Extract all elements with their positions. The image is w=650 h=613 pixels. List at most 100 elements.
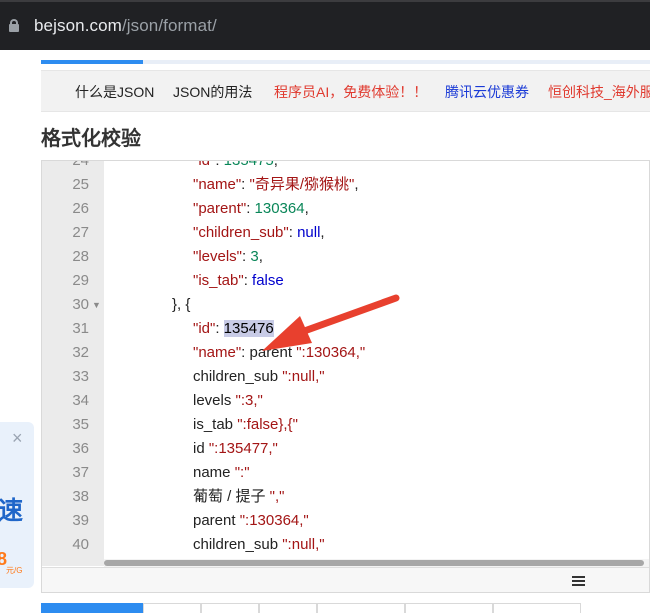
bottom-tab-4[interactable]: [259, 603, 317, 613]
code-token: name: [193, 464, 235, 481]
code-token: }, {: [172, 296, 191, 313]
browser-address-bar: bejson.com/json/format/: [0, 0, 650, 50]
code-line[interactable]: "levels": 3,: [193, 245, 649, 269]
line-number: 38: [72, 488, 89, 505]
code-token: 135476: [223, 320, 274, 337]
code-token: "name": [193, 176, 242, 193]
ad-price-unit: 元/G: [6, 566, 23, 575]
code-token: "children_sub": [193, 224, 289, 241]
code-token: ":135477,": [208, 440, 278, 457]
bottom-tab-1[interactable]: [41, 603, 143, 613]
json-editor[interactable]: 24 25 26 27 28 29 30▼31 32 33 34 35 36 37 38 39 40 "id"…: [41, 160, 650, 593]
page-title: 格式化校验: [41, 126, 141, 150]
nav-link-tencent-coupon[interactable]: 腾讯云优惠券: [445, 82, 529, 102]
code-token: :: [215, 320, 224, 337]
line-number: 30: [72, 296, 89, 313]
editor-status-bar: [42, 567, 649, 592]
code-line[interactable]: name ":": [193, 461, 649, 485]
code-token: ,: [354, 176, 359, 193]
code-line[interactable]: levels ":3,": [193, 389, 649, 413]
line-number: 36: [72, 440, 89, 457]
bottom-tab-3[interactable]: [201, 603, 259, 613]
code-line[interactable]: "parent": 130364,: [193, 197, 649, 221]
code-line[interactable]: "id": 135475,: [193, 161, 649, 173]
top-tab-strip: [41, 60, 650, 64]
code-token: 130364: [254, 200, 305, 217]
code-token: :: [288, 224, 298, 241]
code-token: children_sub: [193, 368, 283, 385]
nav-link-hengchuang[interactable]: 恒创科技_海外服: [548, 82, 650, 102]
code-token: :: [241, 176, 250, 193]
code-line[interactable]: "name": parent ":130364,": [193, 341, 649, 365]
url-field[interactable]: bejson.com/json/format/: [34, 15, 217, 37]
code-token: false: [252, 272, 284, 289]
close-icon[interactable]: ×: [12, 429, 23, 447]
code-line[interactable]: "name": "奇异果/猕猴桃",: [193, 173, 649, 197]
code-token: : parent: [241, 344, 297, 361]
code-token: id: [193, 440, 209, 457]
code-token: is_tab: [193, 416, 238, 433]
lock-icon[interactable]: [9, 19, 19, 32]
line-number: 40: [72, 536, 89, 553]
hamburger-menu-icon[interactable]: [572, 576, 585, 587]
horizontal-scrollbar[interactable]: [104, 559, 649, 567]
code-line[interactable]: id ":135477,": [193, 437, 649, 461]
code-token: "name": [193, 344, 242, 361]
top-nav-bar: 什么是JSON JSON的用法 程序员AI，免费体验！！ 腾讯云优惠券 恒创科技…: [41, 70, 650, 112]
bottom-tab-6[interactable]: [405, 603, 493, 613]
line-number: 37: [72, 464, 89, 481]
nav-link-programmer-ai[interactable]: 程序员AI，免费体验！！: [274, 82, 427, 102]
code-line[interactable]: "is_tab": false: [193, 269, 649, 293]
code-line[interactable]: }, {: [172, 293, 649, 317]
code-token: ":3,": [235, 392, 263, 409]
code-line[interactable]: children_sub ":null,": [193, 533, 649, 557]
line-number: 31: [72, 320, 89, 337]
code-line[interactable]: parent ":130364,": [193, 509, 649, 533]
code-line[interactable]: 葡萄 / 提子 ",": [193, 485, 649, 509]
code-token: children_sub: [193, 536, 283, 553]
code-area[interactable]: "id": 135475,"name": "奇异果/猕猴桃","parent":…: [104, 161, 649, 566]
code-token: ":130364,": [239, 512, 309, 529]
code-token: parent: [193, 512, 240, 529]
code-token: ",": [269, 488, 285, 505]
line-number-gutter: 24 25 26 27 28 29 30 ▼ 31 32 33 34 35 36 37 38 39 40: [42, 161, 104, 566]
side-ad-banner[interactable]: × 速 8 元/G: [0, 422, 34, 588]
code-token: null: [297, 224, 321, 241]
bottom-tab-2[interactable]: [143, 603, 201, 613]
code-line[interactable]: is_tab ":false},{": [193, 413, 649, 437]
code-line[interactable]: "children_sub": null,: [193, 221, 649, 245]
code-token: "id": [193, 161, 215, 169]
line-number: 28: [72, 248, 89, 265]
code-token: "id": [193, 320, 216, 337]
code-token: 3: [250, 248, 259, 265]
code-token: ":130364,": [296, 344, 366, 361]
code-line[interactable]: "id": 135476: [193, 317, 649, 341]
code-token: ,: [274, 161, 278, 169]
line-number: 35: [72, 416, 89, 433]
code-token: ,: [258, 248, 263, 265]
url-domain: bejson.com: [34, 16, 122, 35]
nav-link-what-is-json[interactable]: 什么是JSON: [75, 82, 154, 102]
bottom-tab-5[interactable]: [317, 603, 405, 613]
code-line[interactable]: children_sub ":null,": [193, 365, 649, 389]
bottom-tab-7[interactable]: [493, 603, 581, 613]
fold-toggle-icon[interactable]: ▼: [92, 293, 102, 317]
code-token: ":": [234, 464, 250, 481]
line-number: 39: [72, 512, 89, 529]
code-token: levels: [193, 392, 236, 409]
scrollbar-thumb[interactable]: [104, 560, 644, 566]
code-token: ":false},{": [237, 416, 298, 433]
line-number: 25: [72, 176, 89, 193]
line-number: 24: [72, 160, 89, 169]
code-token: "is_tab": [193, 272, 244, 289]
browser-top-divider: [0, 0, 650, 2]
code-token: ":null,": [282, 536, 325, 553]
code-token: 葡萄 / 提子: [193, 488, 270, 505]
nav-link-json-usage[interactable]: JSON的用法: [173, 82, 252, 102]
code-token: :: [243, 272, 253, 289]
code-token: "levels": [193, 248, 242, 265]
code-token: ":null,": [282, 368, 325, 385]
top-tab-active-indicator: [41, 60, 143, 64]
code-token: :: [246, 200, 255, 217]
bottom-tab-bar: [41, 603, 650, 613]
